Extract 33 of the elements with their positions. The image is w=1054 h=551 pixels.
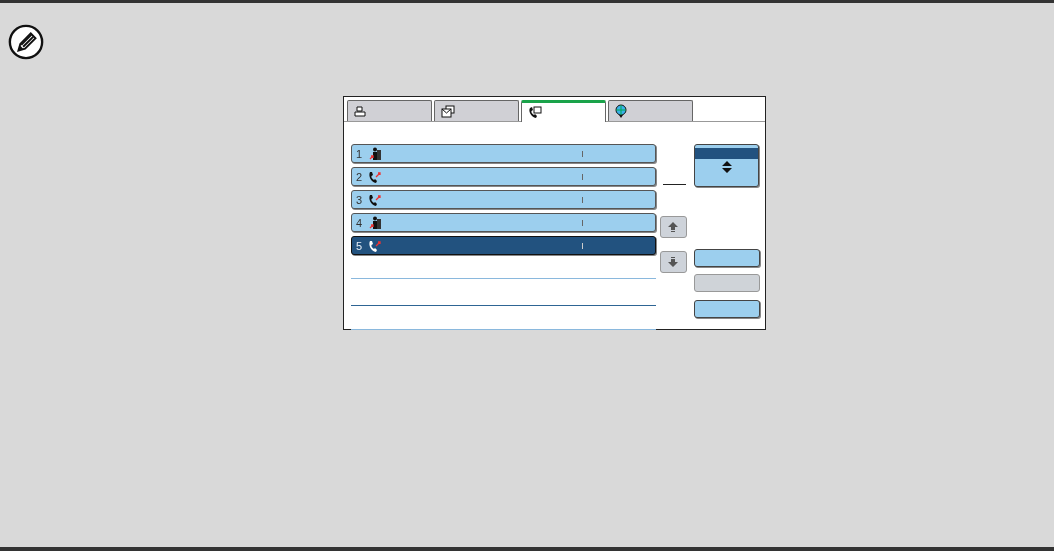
entry-number: 3	[356, 193, 364, 206]
address-entry[interactable]: 5	[351, 236, 656, 255]
sort-button[interactable]	[694, 144, 759, 187]
phone-icon	[368, 169, 382, 184]
tab[interactable]	[521, 100, 606, 122]
action-button[interactable]	[694, 300, 760, 318]
rule-line	[662, 184, 686, 185]
entry-number: 1	[356, 147, 364, 160]
tab[interactable]	[434, 100, 519, 121]
address-entry[interactable]: 4	[351, 213, 656, 232]
scroll-down-button[interactable]	[659, 251, 687, 273]
tab[interactable]	[347, 100, 432, 121]
globe-icon	[615, 104, 627, 118]
sort-icon	[721, 161, 732, 173]
people-icon	[368, 215, 382, 230]
pencil-icon	[7, 23, 45, 61]
entry-number: 5	[356, 239, 364, 252]
up-arrow-icon	[668, 222, 678, 232]
entry-number: 2	[356, 170, 364, 183]
phone-icon	[528, 106, 542, 119]
printer-icon	[354, 105, 366, 117]
address-entry[interactable]: 2	[351, 167, 656, 186]
tab[interactable]	[608, 100, 693, 121]
people-icon	[368, 146, 382, 161]
scroll-up-button[interactable]	[659, 216, 687, 238]
action-button[interactable]	[694, 249, 760, 267]
address-entry[interactable]: 3	[351, 190, 656, 209]
envelope-icon	[441, 104, 455, 118]
down-arrow-icon	[668, 257, 678, 267]
phone-icon	[368, 192, 382, 207]
address-entry[interactable]: 1	[351, 144, 656, 163]
entry-number: 4	[356, 216, 364, 229]
phone-icon	[368, 238, 382, 253]
